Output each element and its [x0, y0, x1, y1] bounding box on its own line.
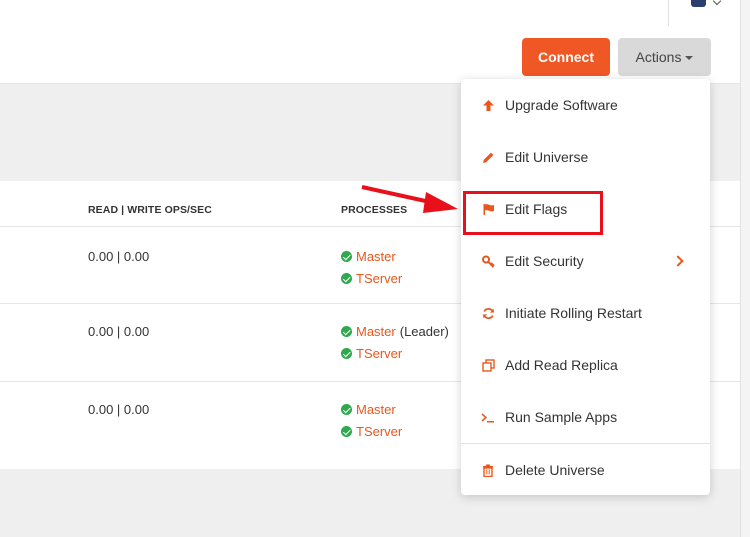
annotation-arrow-icon: [361, 185, 458, 213]
